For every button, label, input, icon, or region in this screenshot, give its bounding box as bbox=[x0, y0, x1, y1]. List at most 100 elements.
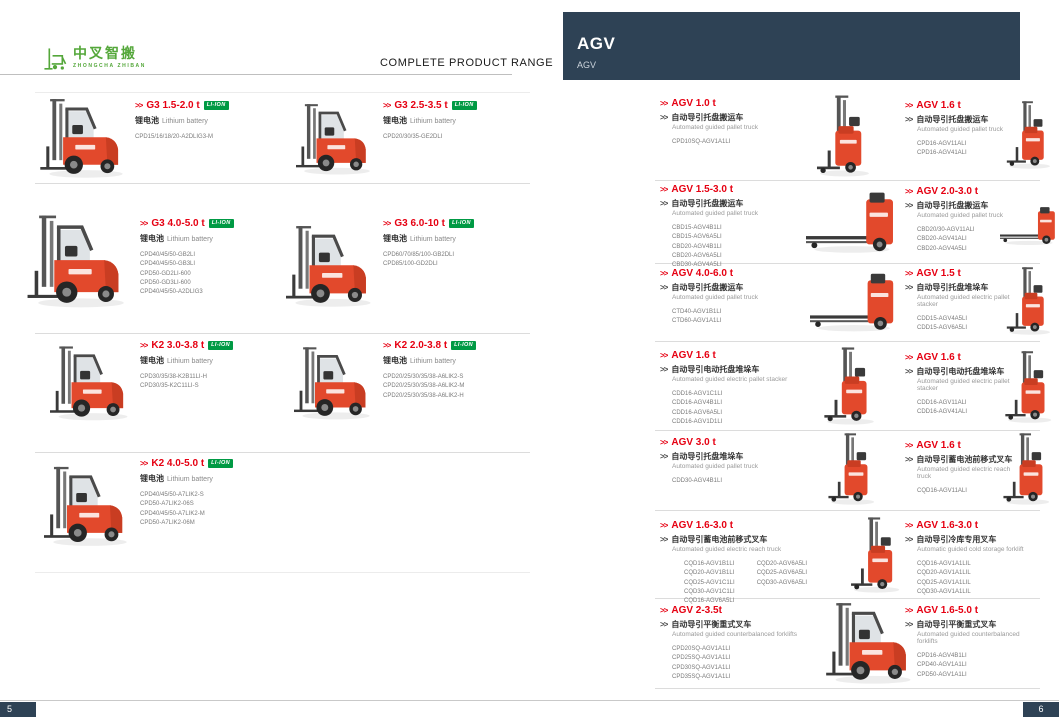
product-desc-en: Automatic guided cold storage forklift bbox=[917, 546, 1035, 553]
model-list: CPD16-AGV4B1LI CPD40-AGV1A1LI CPD50-AGV1… bbox=[917, 652, 1035, 680]
product-title: >>AGV 1.6 t bbox=[905, 100, 1015, 111]
product-desc-en: Automated guided pallet truck bbox=[672, 210, 800, 217]
product-title: >>G3 4.0-5.0 tLI-ION bbox=[140, 218, 315, 229]
page-number-left: 5 bbox=[0, 702, 36, 717]
model-list: CPD20/25/30/35/38-A6LIK2-S CPD20/25/30/3… bbox=[383, 373, 543, 401]
product-desc-cn: >>自动导引平衡重式叉车 bbox=[660, 619, 815, 630]
divider bbox=[655, 430, 1040, 431]
footer-rule bbox=[0, 700, 1059, 701]
product-card: >>K2 2.0-3.8 tLI-ION 锂电池Lithium battery … bbox=[383, 340, 543, 401]
forklift-logo-icon bbox=[42, 46, 68, 72]
desc-arrow: >> bbox=[905, 455, 912, 464]
brand-name-en: ZHONGCHA ZHIBAN bbox=[73, 63, 146, 69]
title-arrow: >> bbox=[660, 606, 667, 615]
battery-type: 锂电池Lithium battery bbox=[140, 355, 315, 366]
model-list: CTD40-AGV1B1LI CTD60-AGV1A1LI bbox=[672, 308, 800, 327]
product-title: >>AGV 1.5-3.0 t bbox=[660, 184, 800, 195]
product-title: >>AGV 1.5 t bbox=[905, 268, 1017, 279]
model-list: CQD16-AGV11ALI bbox=[917, 487, 1025, 496]
product-image-forklift bbox=[44, 450, 136, 562]
product-card: >>AGV 1.6 t >>自动导引托盘搬运车 Automated guided… bbox=[905, 100, 1015, 159]
model-list: CDD16-AGV1C1LI CDD16-AGV4B1LI CDD16-AGV6… bbox=[672, 390, 805, 427]
product-title: >>AGV 1.6 t bbox=[660, 350, 805, 361]
product-desc-en: Automated guided counterbalanced forklif… bbox=[672, 631, 815, 638]
desc-arrow: >> bbox=[660, 620, 667, 629]
divider bbox=[655, 341, 1040, 342]
product-title: >>G3 1.5-2.0 tLI-ION bbox=[135, 100, 310, 111]
li-ion-badge: LI-ION bbox=[208, 341, 233, 350]
product-title: >>AGV 1.6 t bbox=[905, 440, 1025, 451]
model-list: CBD15-AGV4B1LI CBD15-AGV6A5LI CBD20-AGV4… bbox=[672, 224, 800, 270]
desc-arrow: >> bbox=[905, 620, 912, 629]
product-desc-cn: >>自动导引蓄电池前移式叉车 bbox=[660, 534, 830, 545]
product-image-forklift bbox=[50, 336, 136, 430]
title-arrow: >> bbox=[660, 351, 667, 360]
product-card: >>AGV 4.0-6.0 t >>自动导引托盘搬运车 Automated gu… bbox=[660, 268, 800, 327]
title-arrow: >> bbox=[660, 521, 667, 530]
product-card: >>AGV 1.6 t >>自动导引电动托盘堆垛车 Automated guid… bbox=[660, 350, 805, 427]
title-arrow: >> bbox=[140, 341, 147, 350]
desc-arrow: >> bbox=[660, 452, 667, 461]
product-card: >>AGV 1.6 t >>自动导引电动托盘堆垛车 Automated guid… bbox=[905, 352, 1017, 418]
product-title: >>AGV 1.6-3.0 t bbox=[905, 520, 1035, 531]
title-arrow: >> bbox=[660, 185, 667, 194]
product-card: >>AGV 1.6-3.0 t >>自动导引冷库专用叉车 Automatic g… bbox=[905, 520, 1035, 597]
model-list: CDD15-AGV4A5LI CDD15-AGV6A5LI bbox=[917, 315, 1017, 334]
divider bbox=[655, 510, 1040, 511]
title-arrow: >> bbox=[140, 459, 147, 468]
product-card: >>K2 4.0-5.0 tLI-ION 锂电池Lithium battery … bbox=[140, 458, 315, 528]
product-card: >>AGV 3.0 t >>自动导引托盘堆垛车 Automated guided… bbox=[660, 437, 800, 486]
desc-arrow: >> bbox=[905, 115, 912, 124]
model-list: CDD16-AGV11ALI CDD16-AGV41ALI bbox=[917, 399, 1017, 418]
title-arrow: >> bbox=[905, 101, 912, 110]
product-title: >>AGV 2-3.5t bbox=[660, 605, 815, 616]
desc-arrow: >> bbox=[660, 113, 667, 122]
model-list: CQD20-AGV6A5LI CQD25-AGV6A5LI CQD30-AGV6… bbox=[757, 560, 807, 606]
product-title: >>K2 4.0-5.0 tLI-ION bbox=[140, 458, 315, 469]
product-desc-en: Automated guided counterbalanced forklif… bbox=[917, 631, 1035, 645]
title-arrow: >> bbox=[383, 341, 390, 350]
title-arrow: >> bbox=[383, 219, 390, 228]
product-title: >>K2 2.0-3.8 tLI-ION bbox=[383, 340, 543, 351]
product-title: >>AGV 4.0-6.0 t bbox=[660, 268, 800, 279]
product-desc-cn: >>自动导引托盘搬运车 bbox=[905, 200, 1017, 211]
title-arrow: >> bbox=[905, 606, 912, 615]
product-desc-cn: >>自动导引托盘搬运车 bbox=[660, 282, 800, 293]
divider bbox=[35, 333, 530, 334]
title-arrow: >> bbox=[905, 187, 912, 196]
title-arrow: >> bbox=[383, 101, 390, 110]
product-desc-en: Automated guided pallet truck bbox=[917, 212, 1017, 219]
title-arrow: >> bbox=[905, 269, 912, 278]
desc-arrow: >> bbox=[905, 367, 912, 376]
product-desc-cn: >>自动导引平衡重式叉车 bbox=[905, 619, 1035, 630]
product-card: >>AGV 1.6 t >>自动导引蓄电池前移式叉车 Automated gui… bbox=[905, 440, 1025, 496]
li-ion-badge: LI-ION bbox=[209, 219, 234, 228]
divider bbox=[35, 92, 530, 93]
battery-type: 锂电池Lithium battery bbox=[383, 115, 533, 126]
product-image-forklift bbox=[40, 96, 132, 180]
product-desc-en: Automated guided electric reach truck bbox=[672, 546, 830, 553]
model-list: CQD16-AGV1A1LIL CQD20-AGV1A1LIL CQD25-AG… bbox=[917, 560, 1035, 597]
product-desc-cn: >>自动导引冷库专用叉车 bbox=[905, 534, 1035, 545]
model-list: CPD40/45/50-GB2LI CPD40/45/50-GB3LI CPD5… bbox=[140, 251, 315, 297]
product-desc-cn: >>自动导引电动托盘堆垛车 bbox=[660, 364, 805, 375]
brand-logo: 中叉智搬 ZHONGCHA ZHIBAN bbox=[42, 46, 146, 72]
product-card: >>AGV 1.6-3.0 t >>自动导引蓄电池前移式叉车 Automated… bbox=[660, 520, 830, 606]
desc-arrow: >> bbox=[905, 535, 912, 544]
model-list: CPD40/45/50-A7LIK2-S CPD50-A7LIK2-06S CP… bbox=[140, 491, 315, 528]
product-desc-en: Automated guided electric pallet stacker bbox=[672, 376, 805, 383]
catalog-spread: 中叉智搬 ZHONGCHA ZHIBAN COMPLETE PRODUCT RA… bbox=[0, 0, 1059, 724]
product-desc-cn: >>自动导引蓄电池前移式叉车 bbox=[905, 454, 1025, 465]
product-desc-en: Automated guided pallet truck bbox=[672, 294, 800, 301]
product-card: >>AGV 2-3.5t >>自动导引平衡重式叉车 Automated guid… bbox=[660, 605, 815, 682]
desc-arrow: >> bbox=[660, 365, 667, 374]
product-desc-cn: >>自动导引托盘堆垛车 bbox=[905, 282, 1017, 293]
title-arrow: >> bbox=[905, 521, 912, 530]
product-title: >>AGV 2.0-3.0 t bbox=[905, 186, 1017, 197]
product-desc-en: Automated guided pallet truck bbox=[917, 126, 1015, 133]
product-title: >>AGV 3.0 t bbox=[660, 437, 800, 448]
model-list: CPD30/35/38-K2B11LI-H CPD30/35-K2C11LI-S bbox=[140, 373, 315, 392]
battery-type: 锂电池Lithium battery bbox=[135, 115, 310, 126]
divider bbox=[655, 688, 1040, 689]
battery-type: 锂电池Lithium battery bbox=[140, 473, 315, 484]
